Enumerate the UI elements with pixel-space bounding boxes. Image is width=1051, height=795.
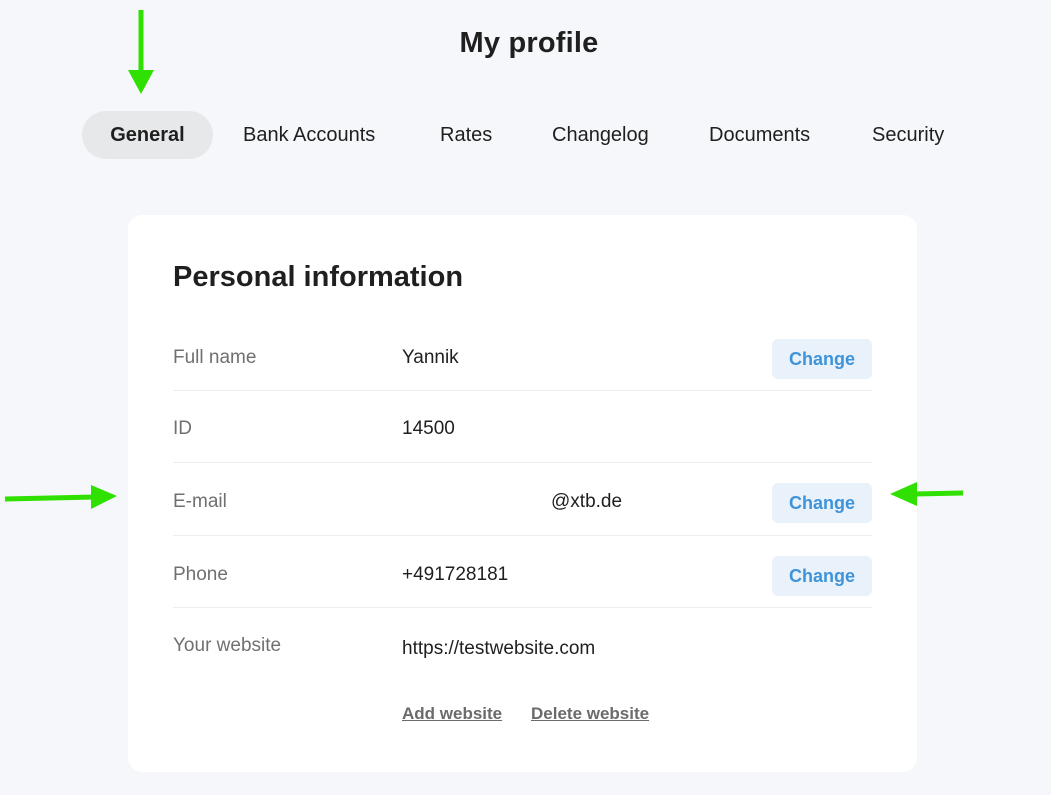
email-label: E-mail (173, 491, 227, 512)
website-row: Your website https://testwebsite.com (173, 608, 872, 688)
tab-bank-accounts[interactable]: Bank Accounts (243, 111, 375, 159)
add-website-link[interactable]: Add website (402, 704, 502, 724)
arrow-left-icon (890, 482, 964, 506)
tab-security[interactable]: Security (872, 111, 944, 159)
card-title: Personal information (173, 261, 464, 293)
website-value: https://testwebsite.com (402, 638, 596, 659)
phone-value: +491728181 (402, 564, 509, 585)
phone-label: Phone (173, 564, 228, 585)
change-email-button[interactable]: Change (772, 483, 872, 523)
tab-changelog[interactable]: Changelog (552, 111, 649, 159)
id-row: ID 14500 (173, 391, 872, 463)
personal-information-card: Personal information Full name Yannik Ch… (128, 215, 917, 772)
delete-website-link[interactable]: Delete website (531, 704, 649, 724)
profile-page: My profile General Bank Accounts Rates C… (0, 0, 1051, 795)
email-value: @xtb.de (551, 491, 623, 512)
full-name-value: Yannik (402, 347, 459, 368)
arrow-down-icon (128, 10, 154, 94)
website-label: Your website (173, 635, 282, 656)
email-row: E-mail @xtb.de Change (173, 463, 872, 536)
tab-general[interactable]: General (82, 111, 213, 159)
arrow-right-icon (4, 485, 117, 509)
full-name-row: Full name Yannik Change (173, 333, 872, 391)
id-value: 14500 (402, 418, 455, 439)
change-phone-button[interactable]: Change (772, 556, 872, 596)
change-full-name-button[interactable]: Change (772, 339, 872, 379)
id-label: ID (173, 418, 192, 439)
tab-documents[interactable]: Documents (709, 111, 810, 159)
tab-rates[interactable]: Rates (440, 111, 492, 159)
full-name-label: Full name (173, 347, 257, 368)
phone-row: Phone +491728181 Change (173, 536, 872, 608)
